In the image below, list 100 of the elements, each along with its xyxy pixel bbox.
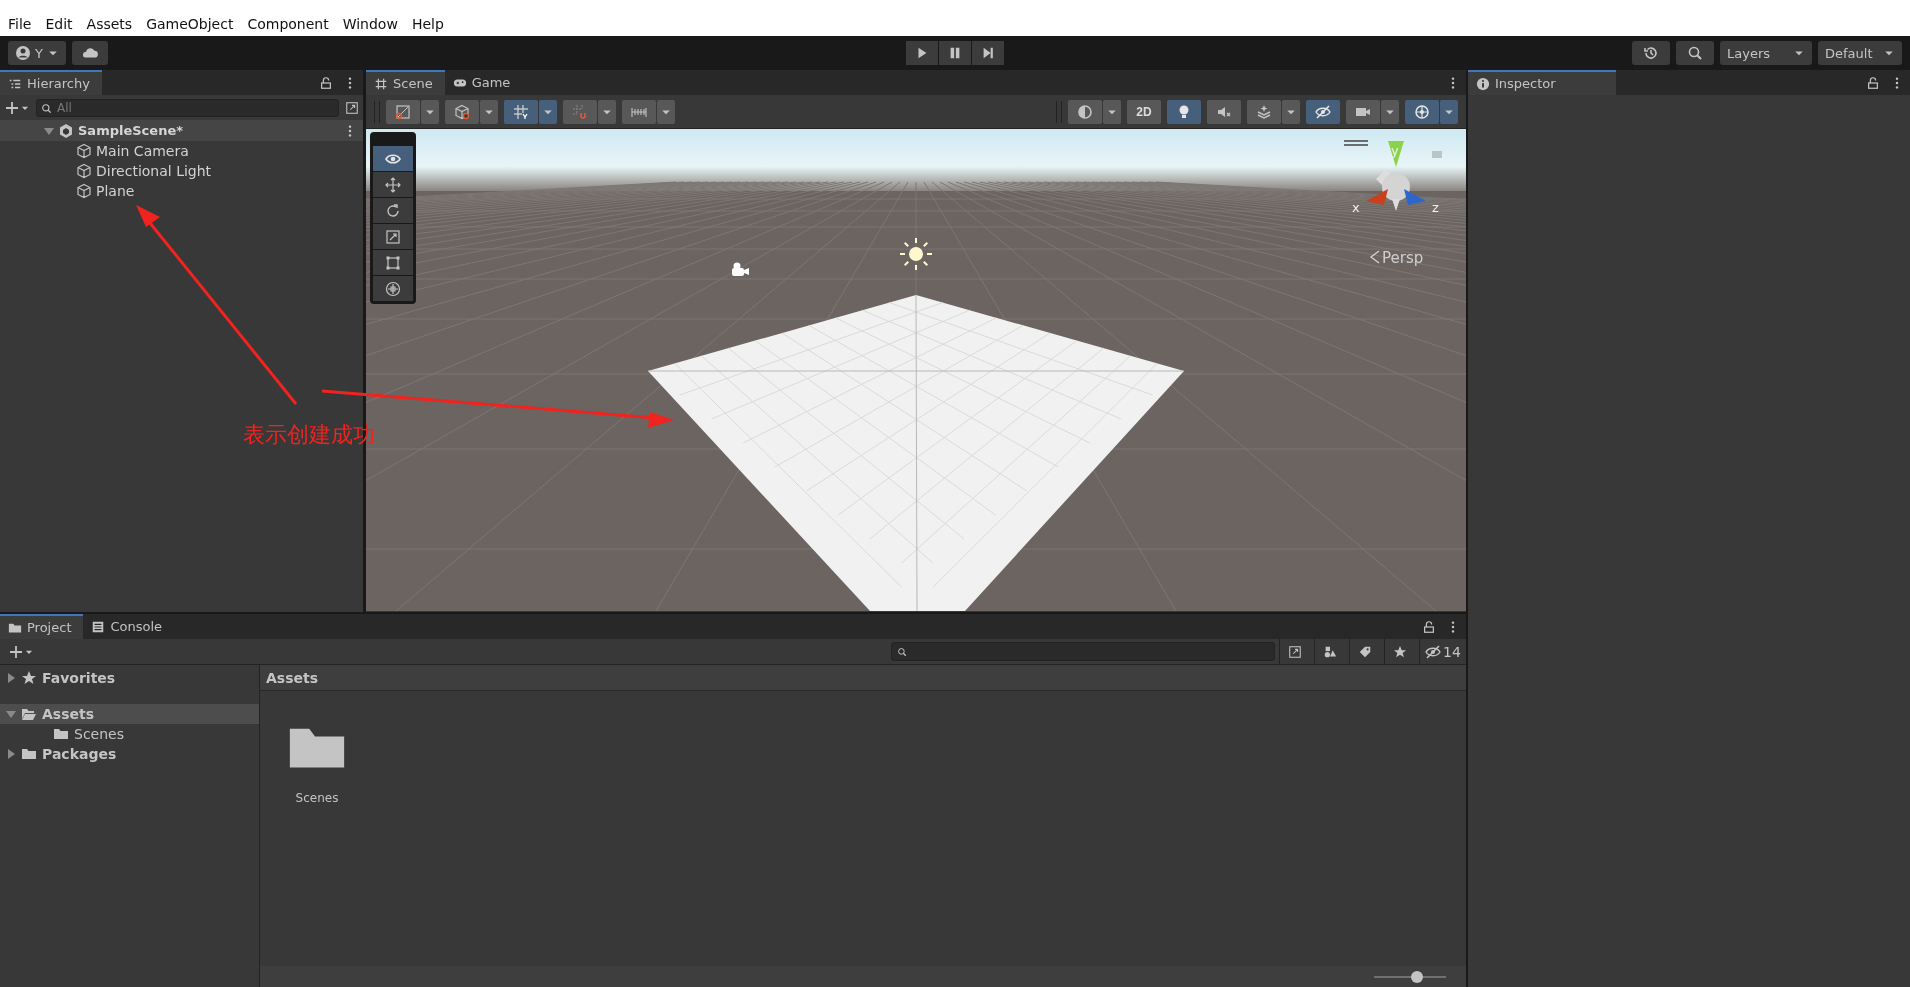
open-folder-icon	[21, 706, 37, 722]
tree-row[interactable]: Favorites	[0, 668, 259, 688]
increment-snap-toggle[interactable]	[563, 99, 597, 124]
layers-dropdown[interactable]: Layers	[1720, 41, 1812, 65]
play-button[interactable]	[906, 41, 938, 65]
expand-arrow-icon[interactable]	[6, 673, 16, 683]
dropdown-button[interactable]	[539, 99, 557, 124]
hierarchy-item[interactable]: Main Camera	[76, 143, 189, 159]
history-button[interactable]	[1632, 41, 1670, 65]
view-tab[interactable]: Scene	[366, 70, 445, 95]
step-button[interactable]	[972, 41, 1004, 65]
tree-row[interactable]: Scenes	[0, 724, 259, 744]
square-icon	[395, 103, 411, 120]
expand-arrow-icon[interactable]	[6, 709, 16, 719]
hierarchy-item[interactable]: Directional Light	[76, 163, 212, 179]
history-icon	[1643, 45, 1659, 61]
gizmos-toggle[interactable]	[1405, 99, 1439, 124]
dropdown-button[interactable]	[1103, 99, 1121, 124]
transform-icon	[385, 280, 401, 297]
snap-icon	[572, 103, 588, 120]
cube-icon	[76, 163, 92, 179]
projection-label[interactable]: Persp	[1382, 249, 1424, 267]
rect-tool[interactable]	[373, 250, 413, 275]
rect-icon	[385, 254, 401, 271]
pivot-toggle[interactable]	[445, 99, 479, 124]
layout-dropdown[interactable]: Default	[1818, 41, 1902, 65]
account-button[interactable]: Y	[8, 41, 66, 65]
annotation-text: 表示创建成功	[243, 421, 375, 449]
tree-row[interactable]: Assets	[0, 704, 259, 724]
hierarchy-item[interactable]: Plane	[76, 183, 135, 199]
pause-icon	[948, 46, 962, 60]
search-field[interactable]: All	[36, 98, 339, 117]
dropdown-button[interactable]	[598, 99, 616, 124]
dropdown-button[interactable]	[1381, 99, 1399, 124]
chevron-icon	[1369, 250, 1380, 264]
rotate-icon	[385, 202, 401, 219]
rotate-tool[interactable]	[373, 198, 413, 223]
two-d-toggle[interactable]: 2D	[1127, 99, 1161, 124]
dropdown-button[interactable]	[1440, 99, 1458, 124]
move-tool[interactable]	[373, 172, 413, 197]
eye-off-icon	[1425, 643, 1442, 660]
dropdown-button[interactable]	[1282, 99, 1300, 124]
sun-icon	[899, 237, 933, 271]
menu-item[interactable]: Edit	[39, 14, 81, 34]
dropdown-button[interactable]	[421, 99, 439, 124]
shading-toggle[interactable]	[1068, 99, 1102, 124]
breadcrumb[interactable]: Assets	[260, 665, 1466, 691]
dropdown-button[interactable]	[480, 99, 498, 124]
asset-item[interactable]: Scenes	[282, 713, 352, 809]
menu-item[interactable]: GameObject	[140, 14, 242, 34]
search-icon	[1687, 45, 1703, 61]
cube-icon	[76, 143, 92, 159]
folder-icon	[53, 726, 69, 742]
star-icon	[21, 670, 37, 686]
grid-icon	[374, 76, 388, 91]
menu-item[interactable]: File	[2, 14, 40, 34]
audio-toggle[interactable]	[1207, 99, 1241, 124]
camera-toggle[interactable]	[1346, 99, 1380, 124]
plus-icon	[4, 99, 20, 116]
search-field[interactable]	[891, 642, 1275, 661]
create-button[interactable]	[4, 99, 30, 116]
lock-icon	[1422, 619, 1436, 634]
expand-arrow-icon[interactable]	[44, 125, 54, 136]
ruler-toggle[interactable]	[622, 99, 656, 124]
global-toggle[interactable]	[386, 99, 420, 124]
create-button[interactable]	[8, 643, 34, 660]
menu-item[interactable]: Assets	[80, 14, 141, 34]
star-icon	[1393, 644, 1407, 659]
menu-item[interactable]: Help	[405, 14, 452, 34]
effects-toggle[interactable]	[1247, 99, 1281, 124]
view-tool[interactable]	[373, 146, 413, 171]
sphere-icon	[1077, 103, 1093, 120]
scale-tool[interactable]	[373, 224, 413, 249]
gizmo-icon	[1414, 103, 1430, 120]
folder-icon	[21, 746, 37, 762]
visibility-toggle[interactable]	[1306, 99, 1340, 124]
menu-item[interactable]: Component	[241, 14, 337, 34]
view-tab[interactable]: Game	[444, 70, 523, 95]
grid-snap-toggle[interactable]	[504, 99, 538, 124]
panel-tab[interactable]: Console	[83, 614, 175, 639]
lock-icon	[319, 75, 333, 90]
slider-thumb[interactable]	[1411, 970, 1424, 983]
dropdown-button[interactable]	[657, 99, 675, 124]
scale-icon	[385, 228, 401, 245]
panel-tab[interactable]: Project	[0, 614, 84, 639]
move-icon	[385, 176, 401, 193]
inspector-tab[interactable]: Inspector	[1468, 70, 1616, 95]
expand-icon	[1288, 644, 1302, 659]
cloud-button[interactable]	[71, 41, 108, 65]
menu-item[interactable]: Window	[336, 14, 406, 34]
tree-row[interactable]: Packages	[0, 744, 259, 764]
info-icon	[1476, 76, 1490, 91]
pause-button[interactable]	[939, 41, 971, 65]
hierarchy-tab[interactable]: Hierarchy	[0, 70, 102, 95]
transform-tool[interactable]	[373, 276, 413, 301]
lighting-toggle[interactable]	[1167, 99, 1201, 124]
expand-icon	[345, 100, 359, 115]
hidden-packages-button[interactable]: 14	[1419, 639, 1466, 664]
expand-arrow-icon[interactable]	[6, 749, 16, 759]
search-button[interactable]	[1676, 41, 1714, 65]
